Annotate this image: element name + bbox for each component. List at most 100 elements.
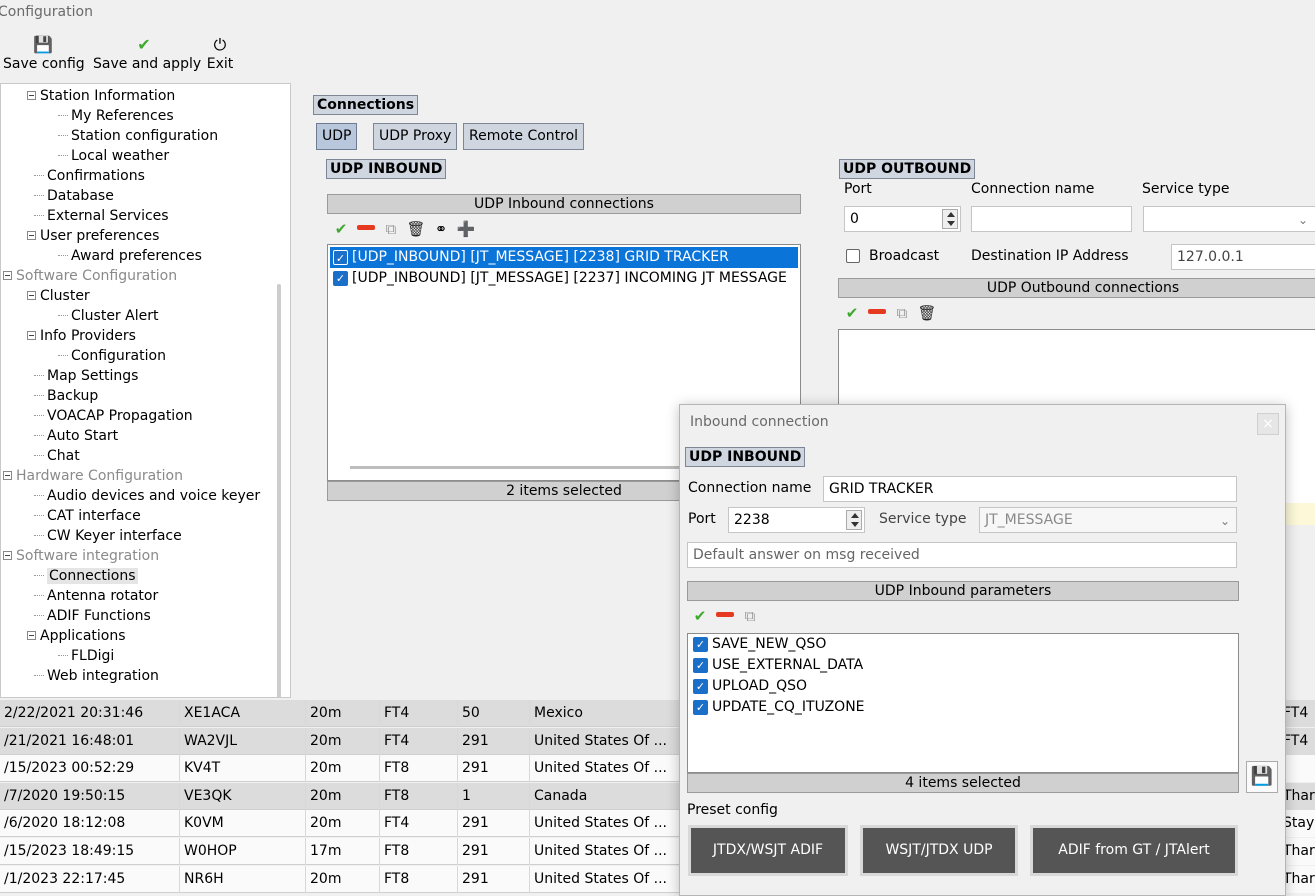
outbound-port-stepper[interactable]: 0 (844, 206, 961, 232)
compass-icon[interactable]: ⚭ (431, 220, 451, 238)
trash-icon[interactable]: 🗑 (917, 304, 937, 322)
tree-item-map-settings[interactable]: Map Settings (34, 366, 138, 386)
spin-arrows-icon[interactable] (846, 510, 862, 530)
list-item[interactable]: ✓ UPDATE_CQ_ITUZONE (690, 697, 1236, 718)
tree-item-chat[interactable]: Chat (34, 446, 80, 466)
table-row[interactable]: /1/2023 22:17:45 NR6H 20m FT8 291 United Stat… (0, 865, 680, 893)
checkbox-checked-icon[interactable]: ✓ (693, 637, 708, 652)
preset-jtdx-wsjt-adif-button[interactable]: JTDX/WSJT ADIF (688, 825, 848, 876)
service-type-select[interactable]: JT_MESSAGE ⌄ (979, 507, 1237, 533)
tree-scrollbar[interactable] (277, 284, 281, 697)
collapse-icon[interactable] (27, 291, 36, 300)
tree-item-antenna-rotator[interactable]: Antenna rotator (34, 586, 158, 606)
tree-item-external-services[interactable]: External Services (34, 206, 169, 226)
outbound-service-type-select[interactable]: ⌄ (1143, 206, 1315, 232)
tree-item-user-preferences[interactable]: User preferences (27, 226, 159, 246)
table-cell: FT8 (380, 782, 458, 810)
collapse-icon[interactable] (3, 551, 12, 560)
checkbox-checked-icon[interactable]: ✓ (693, 700, 708, 715)
checkbox-checked-icon[interactable]: ✓ (333, 271, 348, 286)
tree-item-info-providers[interactable]: Info Providers (27, 326, 136, 346)
horizontal-scrollbar[interactable] (350, 466, 680, 469)
collapse-icon[interactable] (27, 631, 36, 640)
list-item[interactable]: ✓ SAVE_NEW_QSO (690, 634, 1236, 655)
params-list[interactable]: ✓ SAVE_NEW_QSO ✓ USE_EXTERNAL_DATA ✓ UPLOAD… (687, 633, 1239, 773)
connection-name-field[interactable]: GRID TRACKER (823, 476, 1237, 502)
tree-item-software-integration[interactable]: Software integration (3, 546, 159, 566)
tree-item-award-preferences[interactable]: Award preferences (58, 246, 202, 266)
duplicate-icon[interactable]: ⧉ (740, 607, 760, 625)
preset-wsjt-jtdx-udp-button[interactable]: WSJT/JTDX UDP (860, 825, 1018, 876)
table-row[interactable]: /21/2021 16:48:01 WA2VJL 20m FT4 291 United S… (0, 727, 680, 755)
list-item[interactable]: ✓ UPLOAD_QSO (690, 676, 1236, 697)
floppy-disk-icon[interactable]: 💾 (1246, 761, 1278, 793)
add-check-icon[interactable]: ✔ (842, 304, 862, 322)
tree-item-station-configuration[interactable]: Station configuration (58, 126, 218, 146)
tree-item-my-references[interactable]: My References (58, 106, 174, 126)
remove-icon[interactable] (356, 220, 376, 238)
plus-circle-icon[interactable]: ➕ (456, 220, 476, 238)
list-item[interactable]: ✓ [UDP_INBOUND] [JT_MESSAGE] [2237] INCOM… (330, 268, 798, 289)
add-check-icon[interactable]: ✔ (690, 607, 710, 625)
port-stepper[interactable]: 2238 (728, 507, 865, 533)
tree-item-backup[interactable]: Backup (34, 386, 98, 406)
add-check-icon[interactable]: ✔ (331, 220, 351, 238)
collapse-icon[interactable] (3, 471, 12, 480)
exit-button[interactable]: ⏻ Exit (203, 34, 237, 78)
settings-tree[interactable]: Station Information My References Statio… (0, 83, 291, 698)
tree-item-cluster[interactable]: Cluster (27, 286, 90, 306)
collapse-icon[interactable] (27, 231, 36, 240)
table-row[interactable]: /15/2023 18:49:15 W0HOP 17m FT8 291 United St… (0, 838, 680, 865)
tree-item-auto-start[interactable]: Auto Start (34, 426, 118, 446)
outbound-connection-name-field[interactable] (971, 206, 1132, 232)
checkbox-checked-icon[interactable]: ✓ (693, 658, 708, 673)
table-row[interactable]: /7/2020 19:50:15 VE3QK 20m FT8 1 Canada (0, 782, 680, 810)
destination-ip-field[interactable]: 127.0.0.1 (1171, 244, 1315, 270)
tab-udp[interactable]: UDP (316, 123, 358, 150)
tree-item-applications[interactable]: Applications (27, 626, 126, 646)
close-icon[interactable]: × (1257, 413, 1279, 435)
tree-item-web-integration[interactable]: Web integration (34, 666, 159, 686)
tree-item-audio-devices[interactable]: Audio devices and voice keyer (34, 486, 260, 506)
list-item[interactable]: ✓ [UDP_INBOUND] [JT_MESSAGE] [2238] GRID … (330, 247, 798, 268)
tree-item-cw-keyer[interactable]: CW Keyer interface (34, 526, 182, 546)
tree-item-fldigi[interactable]: FLDigi (58, 646, 114, 666)
collapse-icon[interactable] (3, 271, 12, 280)
table-row[interactable]: /6/2020 18:12:08 K0VM 20m FT4 291 United Stat… (0, 810, 680, 838)
tree-item-hardware-configuration[interactable]: Hardware Configuration (3, 466, 183, 486)
tree-item-connections[interactable]: Connections (34, 566, 138, 586)
tree-item-confirmations[interactable]: Confirmations (34, 166, 145, 186)
tree-item-voacap[interactable]: VOACAP Propagation (34, 406, 193, 426)
outbound-port-label: Port (844, 181, 872, 197)
spin-arrows-icon[interactable] (942, 209, 958, 229)
table-row[interactable]: /15/2023 00:52:29 KV4T 20m FT8 291 United Sta… (0, 755, 680, 783)
tree-item-database[interactable]: Database (34, 186, 114, 206)
list-item[interactable]: ✓ USE_EXTERNAL_DATA (690, 655, 1236, 676)
destination-ip-label: Destination IP Address (971, 248, 1129, 264)
duplicate-icon[interactable]: ⧉ (892, 304, 912, 322)
save-config-button[interactable]: 💾 Save config (3, 34, 85, 78)
remove-icon[interactable] (867, 304, 887, 322)
trash-icon[interactable]: 🗑 (406, 220, 426, 238)
preset-adif-gt-jtalert-button[interactable]: ADIF from GT / JTAlert (1030, 825, 1238, 876)
tree-item-software-configuration[interactable]: Software Configuration (3, 266, 177, 286)
remove-icon[interactable] (715, 607, 735, 625)
table-cell: 20m (306, 700, 380, 727)
default-answer-field[interactable]: Default answer on msg received (687, 542, 1237, 568)
tab-udp-proxy[interactable]: UDP Proxy (373, 123, 458, 150)
checkbox-checked-icon[interactable]: ✓ (333, 250, 348, 265)
tree-item-station-information[interactable]: Station Information (27, 86, 175, 106)
tree-item-cat-interface[interactable]: CAT interface (34, 506, 141, 526)
broadcast-checkbox[interactable] (846, 249, 860, 263)
tree-item-local-weather[interactable]: Local weather (58, 146, 169, 166)
save-and-apply-button[interactable]: ✔ Save and apply (93, 34, 201, 78)
duplicate-icon[interactable]: ⧉ (381, 220, 401, 238)
collapse-icon[interactable] (27, 331, 36, 340)
tree-item-adif-functions[interactable]: ADIF Functions (34, 606, 151, 626)
tab-remote-control[interactable]: Remote Control (463, 123, 585, 150)
checkbox-checked-icon[interactable]: ✓ (693, 679, 708, 694)
table-row[interactable]: 2/22/2021 20:31:46 XE1ACA 20m FT4 50 Mexico (0, 700, 680, 727)
collapse-icon[interactable] (27, 91, 36, 100)
tree-item-cluster-alert[interactable]: Cluster Alert (58, 306, 158, 326)
tree-item-configuration[interactable]: Configuration (58, 346, 166, 366)
